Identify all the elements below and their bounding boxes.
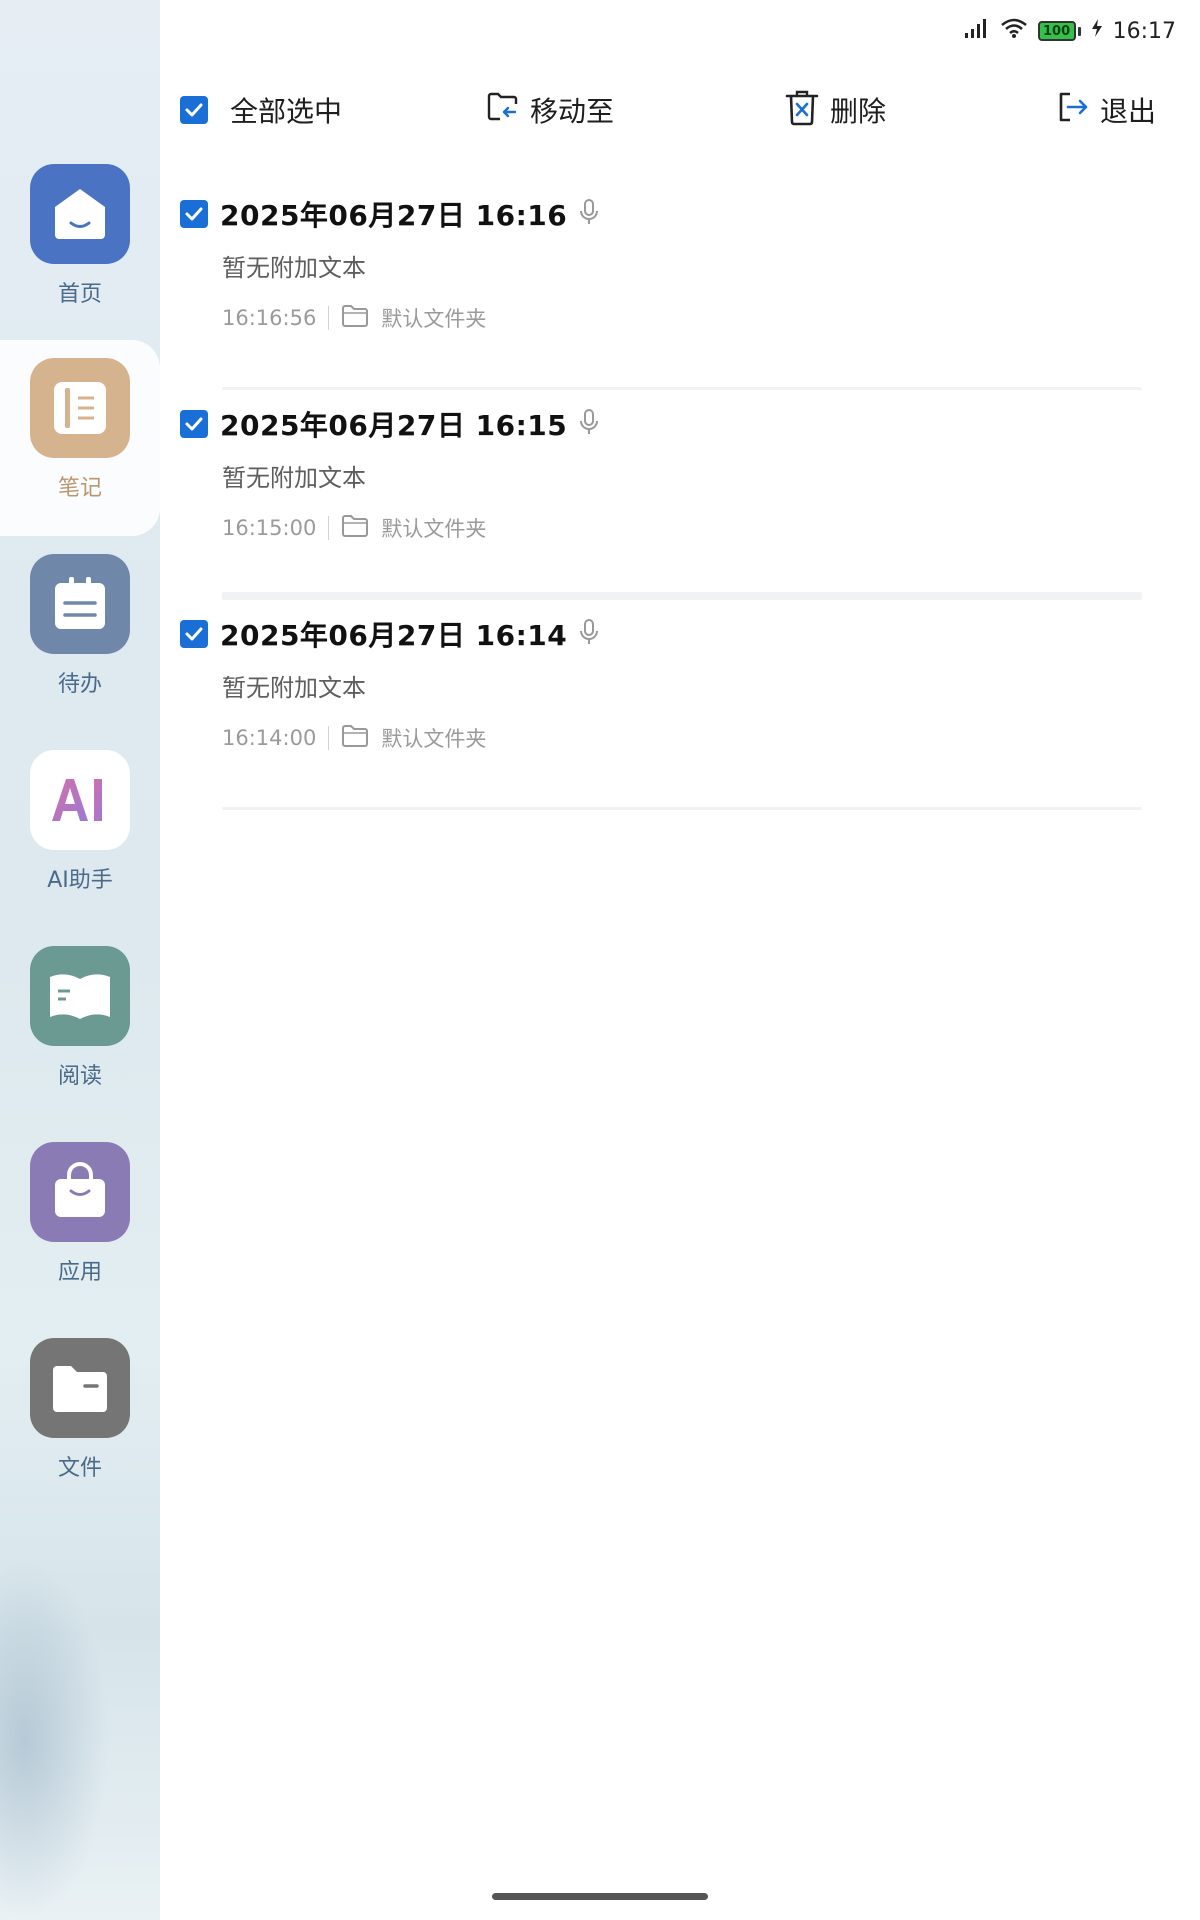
folder-icon [30, 1338, 130, 1438]
microphone-icon [579, 408, 599, 440]
meta-divider [328, 726, 330, 750]
sidebar-item-home[interactable]: 首页 [0, 146, 160, 342]
meta-divider [328, 516, 330, 540]
select-all-checkbox[interactable] [180, 96, 208, 124]
notebook-icon [30, 358, 130, 458]
note-time: 16:15:00 [222, 516, 317, 540]
select-all-label: 全部选中 [230, 95, 343, 128]
sidebar-item-label: 应用 [57, 1260, 102, 1285]
note-folder[interactable]: 默认文件夹 [381, 513, 486, 543]
select-all-button[interactable]: 全部选中 [180, 84, 342, 136]
microphone-icon [579, 618, 599, 650]
ai-icon [30, 750, 130, 850]
sidebar-item-label: 待办 [57, 672, 102, 697]
note-checkbox[interactable] [180, 410, 208, 438]
wifi-icon [1000, 17, 1028, 45]
status-time: 16:17 [1112, 18, 1176, 44]
bag-icon [30, 1142, 130, 1242]
delete-button[interactable]: 删除 [784, 84, 886, 136]
meta-divider [328, 306, 330, 330]
note-preview: 暂无附加文本 [222, 674, 366, 702]
selection-toolbar: 全部选中 移动至 删除 退出 [180, 84, 1160, 136]
note-preview: 暂无附加文本 [222, 464, 366, 492]
signal-icon [964, 17, 990, 45]
sidebar-item-todo[interactable]: 待办 [0, 536, 160, 732]
note-meta: 16:14:00 默认文件夹 [222, 718, 486, 758]
note-item[interactable]: 2025年06月27日 16:16 暂无附加文本 16:16:56 默认文件夹 [180, 180, 1142, 390]
charging-icon [1091, 18, 1103, 44]
note-preview: 暂无附加文本 [222, 254, 366, 282]
sidebar-item-label: 文件 [57, 1456, 102, 1481]
sidebar: 首页 笔记 待办 AI助手 阅读 应用 文件 [0, 0, 160, 1920]
move-to-label: 移动至 [530, 95, 615, 128]
sidebar-item-label: 笔记 [57, 476, 102, 501]
note-folder[interactable]: 默认文件夹 [381, 303, 486, 333]
exit-button[interactable]: 退出 [1056, 84, 1156, 136]
note-folder[interactable]: 默认文件夹 [381, 723, 486, 753]
note-checkbox[interactable] [180, 200, 208, 228]
note-meta: 16:15:00 默认文件夹 [222, 508, 486, 548]
home-indicator[interactable] [492, 1893, 708, 1900]
note-title: 2025年06月27日 16:15 [220, 409, 568, 442]
note-time: 16:14:00 [222, 726, 317, 750]
note-meta: 16:16:56 默认文件夹 [222, 298, 486, 338]
sidebar-item-label: 阅读 [57, 1064, 102, 1089]
note-title: 2025年06月27日 16:14 [220, 619, 568, 652]
delete-label: 删除 [830, 95, 887, 128]
exit-icon [1056, 90, 1090, 131]
folder-outline-icon [341, 514, 369, 543]
sidebar-item-notes[interactable]: 笔记 [0, 340, 160, 536]
folder-outline-icon [341, 724, 369, 753]
note-time: 16:16:56 [222, 306, 317, 330]
folder-outline-icon [341, 304, 369, 333]
sidebar-item-reading[interactable]: 阅读 [0, 928, 160, 1124]
note-checkbox[interactable] [180, 620, 208, 648]
microphone-icon [579, 198, 599, 230]
book-icon [30, 946, 130, 1046]
note-item[interactable]: 2025年06月27日 16:14 暂无附加文本 16:14:00 默认文件夹 [180, 600, 1142, 810]
note-item[interactable]: 2025年06月27日 16:15 暂无附加文本 16:15:00 默认文件夹 [180, 390, 1142, 600]
battery-icon: 100 [1037, 21, 1081, 41]
divider [222, 807, 1142, 810]
trash-icon [784, 88, 820, 133]
status-bar: 100 16:17 [964, 14, 1176, 48]
divider [222, 592, 1142, 600]
move-to-button[interactable]: 移动至 [486, 84, 614, 136]
folder-move-icon [486, 90, 520, 131]
sidebar-item-apps[interactable]: 应用 [0, 1124, 160, 1320]
todo-icon [30, 554, 130, 654]
home-icon [30, 164, 130, 264]
note-title: 2025年06月27日 16:16 [220, 199, 568, 232]
battery-level: 100 [1037, 21, 1076, 41]
sidebar-item-files[interactable]: 文件 [0, 1320, 160, 1516]
sidebar-item-label: AI助手 [47, 868, 113, 893]
sidebar-item-label: 首页 [57, 282, 102, 307]
sidebar-item-ai[interactable]: AI助手 [0, 732, 160, 928]
exit-label: 退出 [1100, 95, 1157, 128]
